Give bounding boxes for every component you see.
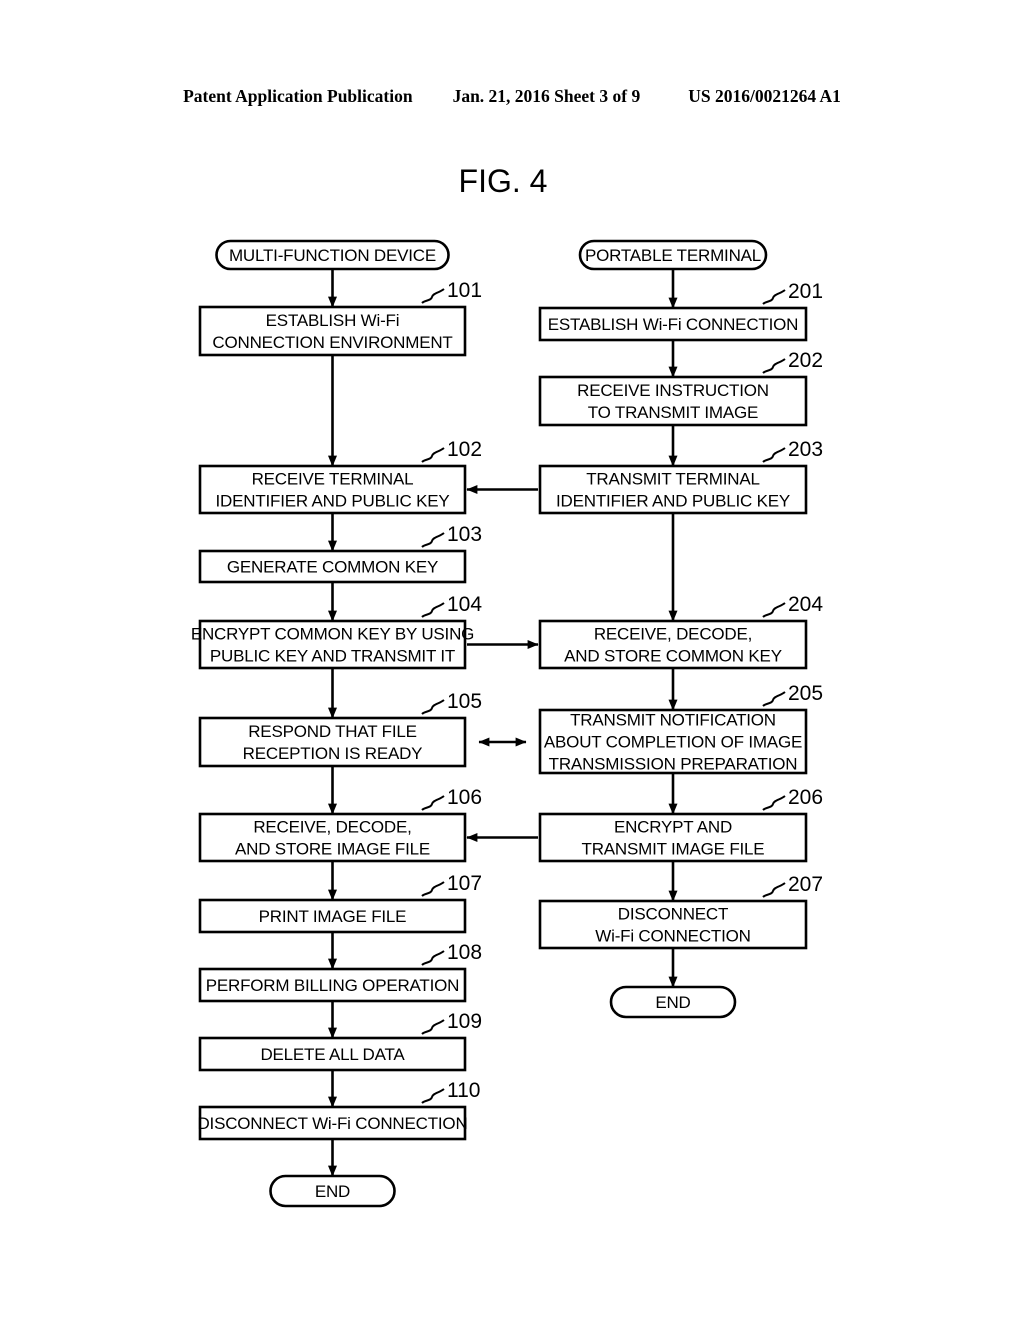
process-box-109: DELETE ALL DATA 109 bbox=[198, 1010, 482, 1072]
end-node-left: END bbox=[269, 1174, 396, 1208]
process-box-203-line-0: TRANSMIT TERMINAL bbox=[586, 470, 760, 489]
process-box-106-line-1: AND STORE IMAGE FILE bbox=[235, 840, 430, 859]
process-box-110: DISCONNECT Wi-Fi CONNECTION 110 bbox=[197, 1079, 480, 1141]
process-box-202-line-0: RECEIVE INSTRUCTION bbox=[577, 381, 769, 400]
process-box-104-line-1: PUBLIC KEY AND TRANSMIT IT bbox=[210, 647, 455, 666]
ref-leader-207 bbox=[762, 882, 786, 898]
ref-number-102: 102 bbox=[447, 438, 482, 461]
ref-number-201: 201 bbox=[788, 280, 823, 303]
process-box-202-line-1: TO TRANSMIT IMAGE bbox=[588, 403, 758, 422]
process-box-108-line-0: PERFORM BILLING OPERATION bbox=[206, 976, 460, 995]
process-box-205-line-0: TRANSMIT NOTIFICATION bbox=[570, 711, 776, 730]
process-box-107-line-0: PRINT IMAGE FILE bbox=[259, 907, 407, 926]
process-box-109-line-0: DELETE ALL DATA bbox=[260, 1045, 405, 1064]
process-box-205: TRANSMIT NOTIFICATION ABOUT COMPLETION OF… bbox=[538, 682, 823, 775]
end-node-right: END bbox=[609, 985, 737, 1019]
ref-number-206: 206 bbox=[788, 786, 823, 809]
process-box-201-line-0: ESTABLISH Wi-Fi CONNECTION bbox=[548, 315, 798, 334]
ref-number-204: 204 bbox=[788, 593, 823, 616]
process-box-106: RECEIVE, DECODE, AND STORE IMAGE FILE 106 bbox=[198, 786, 482, 863]
ref-leader-105 bbox=[421, 699, 445, 715]
ref-leader-201 bbox=[762, 289, 786, 305]
process-box-102: RECEIVE TERMINAL IDENTIFIER AND PUBLIC KE… bbox=[198, 438, 482, 515]
ref-leader-102 bbox=[421, 447, 445, 463]
ref-leader-104 bbox=[421, 602, 445, 618]
figure-title: FIG. 4 bbox=[459, 163, 548, 199]
process-box-205-line-1: ABOUT COMPLETION OF IMAGE bbox=[544, 733, 802, 752]
ref-number-108: 108 bbox=[447, 941, 482, 964]
process-box-204-line-0: RECEIVE, DECODE, bbox=[594, 625, 752, 644]
ref-leader-108 bbox=[421, 950, 445, 966]
ref-number-207: 207 bbox=[788, 873, 823, 896]
flowchart-canvas: FIG. 4 MULTI-FUNCTION DEVICE ESTABLISH Wi… bbox=[191, 163, 823, 1208]
process-box-203: TRANSMIT TERMINAL IDENTIFIER AND PUBLIC K… bbox=[538, 438, 823, 515]
ref-leader-107 bbox=[421, 881, 445, 897]
ref-number-105: 105 bbox=[447, 690, 482, 713]
process-box-104: ENCRYPT COMMON KEY BY USING PUBLIC KEY AN… bbox=[191, 593, 482, 670]
ref-number-101: 101 bbox=[447, 279, 482, 302]
process-box-102-line-0: RECEIVE TERMINAL bbox=[252, 470, 414, 489]
start-node-portable-terminal: PORTABLE TERMINAL bbox=[578, 239, 768, 271]
process-box-206-line-0: ENCRYPT AND bbox=[614, 818, 732, 837]
flow-nodes: MULTI-FUNCTION DEVICE ESTABLISH Wi-Fi CONN… bbox=[191, 239, 823, 1208]
process-box-101-line-0: ESTABLISH Wi-Fi bbox=[266, 311, 400, 330]
ref-number-109: 109 bbox=[447, 1010, 482, 1033]
process-box-207-line-0: DISCONNECT bbox=[618, 905, 728, 924]
ref-leader-106 bbox=[421, 795, 445, 811]
ref-number-103: 103 bbox=[447, 523, 482, 546]
start-node-portable-terminal-label: PORTABLE TERMINAL bbox=[585, 246, 761, 265]
process-box-202: RECEIVE INSTRUCTION TO TRANSMIT IMAGE 202 bbox=[538, 349, 823, 427]
process-box-207: DISCONNECT Wi-Fi CONNECTION 207 bbox=[538, 873, 823, 950]
process-box-107: PRINT IMAGE FILE 107 bbox=[198, 872, 482, 934]
process-box-105-line-1: RECEPTION IS READY bbox=[243, 744, 423, 763]
ref-leader-203 bbox=[762, 447, 786, 463]
ref-number-104: 104 bbox=[447, 593, 482, 616]
ref-number-203: 203 bbox=[788, 438, 823, 461]
end-node-right-label: END bbox=[655, 993, 690, 1012]
ref-leader-206 bbox=[762, 795, 786, 811]
process-box-103-line-0: GENERATE COMMON KEY bbox=[227, 558, 438, 577]
ref-leader-202 bbox=[762, 358, 786, 374]
ref-leader-103 bbox=[421, 532, 445, 548]
process-box-105: RESPOND THAT FILE RECEPTION IS READY 105 bbox=[198, 690, 482, 768]
ref-leader-205 bbox=[762, 691, 786, 707]
process-box-203-line-1: IDENTIFIER AND PUBLIC KEY bbox=[556, 492, 790, 511]
process-box-105-line-0: RESPOND THAT FILE bbox=[248, 722, 417, 741]
process-box-101-line-1: CONNECTION ENVIRONMENT bbox=[212, 333, 452, 352]
process-box-102-line-1: IDENTIFIER AND PUBLIC KEY bbox=[216, 492, 450, 511]
process-box-106-line-0: RECEIVE, DECODE, bbox=[253, 818, 411, 837]
patent-figure-page: Patent Application Publication Jan. 21, 2… bbox=[0, 0, 1024, 1320]
ref-number-205: 205 bbox=[788, 682, 823, 705]
process-box-204: RECEIVE, DECODE, AND STORE COMMON KEY 204 bbox=[538, 593, 823, 670]
ref-leader-204 bbox=[762, 602, 786, 618]
process-box-204-line-1: AND STORE COMMON KEY bbox=[564, 647, 782, 666]
process-box-110-line-0: DISCONNECT Wi-Fi CONNECTION bbox=[197, 1114, 467, 1133]
ref-number-110: 110 bbox=[447, 1079, 480, 1102]
process-box-103: GENERATE COMMON KEY 103 bbox=[198, 523, 482, 584]
process-box-207-line-1: Wi-Fi CONNECTION bbox=[595, 927, 750, 946]
ref-number-107: 107 bbox=[447, 872, 482, 895]
process-box-205-line-2: TRANSMISSION PREPARATION bbox=[549, 755, 798, 774]
ref-leader-101 bbox=[421, 288, 445, 304]
process-box-108: PERFORM BILLING OPERATION 108 bbox=[198, 941, 482, 1003]
process-box-101: ESTABLISH Wi-Fi CONNECTION ENVIRONMENT 101 bbox=[198, 279, 482, 357]
ref-leader-109 bbox=[421, 1019, 445, 1035]
ref-leader-110 bbox=[421, 1088, 445, 1104]
process-box-206-line-1: TRANSMIT IMAGE FILE bbox=[582, 840, 765, 859]
process-box-206: ENCRYPT AND TRANSMIT IMAGE FILE 206 bbox=[538, 786, 823, 863]
process-box-201: ESTABLISH Wi-Fi CONNECTION 201 bbox=[538, 280, 823, 342]
start-node-multi-function-device-label: MULTI-FUNCTION DEVICE bbox=[229, 246, 436, 265]
ref-number-202: 202 bbox=[788, 349, 823, 372]
process-box-104-line-0: ENCRYPT COMMON KEY BY USING bbox=[191, 625, 474, 644]
start-node-multi-function-device: MULTI-FUNCTION DEVICE bbox=[215, 239, 450, 271]
end-node-left-label: END bbox=[315, 1182, 350, 1201]
ref-number-106: 106 bbox=[447, 786, 482, 809]
